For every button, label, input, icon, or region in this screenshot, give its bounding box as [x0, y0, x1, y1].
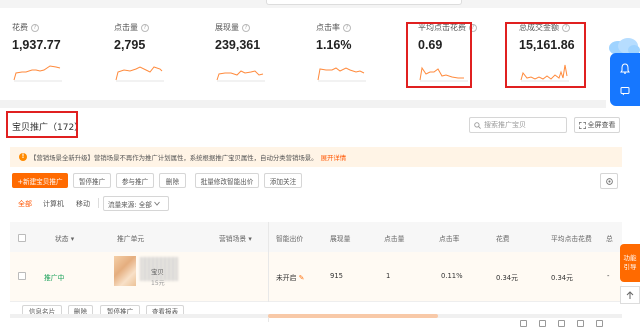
select-label: 流量来源: 全部: [108, 200, 152, 209]
metric-value: 1,937.77: [12, 38, 61, 52]
highlight-box-cpc: [406, 22, 472, 88]
product-price: 15元: [151, 280, 165, 287]
th-scene[interactable]: 营销场景 ▾: [219, 233, 252, 243]
share-icon[interactable]: [520, 320, 527, 327]
notice-link[interactable]: 展开详情: [321, 153, 347, 162]
arrow-up-icon: [626, 290, 634, 299]
gear-icon: [605, 177, 613, 185]
row-impressions: 915: [330, 272, 343, 280]
notice-banner: ! 【营销场景全新升级】营销场景不再作为推广计划属性，系统根据推广宝贝属性，自动…: [10, 147, 622, 167]
delete-button[interactable]: 删除: [159, 173, 186, 188]
metric-label: 点击率: [316, 23, 340, 32]
top-tab-box[interactable]: [266, 0, 462, 5]
th-spend[interactable]: 花费: [496, 233, 510, 243]
fullscreen-button[interactable]: 全屏查看: [574, 117, 620, 133]
follow-button[interactable]: 添加关注: [264, 173, 302, 188]
notice-text: 【营销场景全新升级】营销场景不再作为推广计划属性，系统根据推广宝贝属性，自动分类…: [30, 153, 318, 162]
warning-icon: !: [19, 153, 27, 161]
scrollbar-thumb[interactable]: [268, 314, 438, 318]
metric-label: 点击量: [114, 23, 138, 32]
chevron-down-icon: [154, 201, 160, 206]
help-icon[interactable]: ?: [31, 23, 39, 32]
metric-ctr[interactable]: 点击率? 1.16%: [316, 22, 366, 92]
metric-spend[interactable]: 花费? 1,937.77: [12, 22, 62, 92]
sparkline-clicks: [115, 66, 164, 82]
bell-icon[interactable]: [616, 59, 634, 77]
select-all-checkbox[interactable]: [18, 234, 26, 242]
search-icon: [474, 121, 481, 129]
filter-divider: [98, 198, 99, 208]
dashboard-page: 花费? 1,937.77 点击量? 2,795 展现量? 239,361 点击率…: [0, 0, 640, 327]
metric-value: 2,795: [114, 38, 146, 52]
back-to-top-button[interactable]: [620, 286, 640, 304]
product-thumbnail[interactable]: [114, 256, 136, 286]
metric-label: 展现量: [215, 23, 239, 32]
row-spend: 0.34元: [496, 274, 518, 282]
copy-icon[interactable]: [558, 320, 565, 327]
sparkline-spend: [13, 65, 62, 82]
filter-all[interactable]: 全部: [18, 199, 32, 209]
settings-button[interactable]: [600, 173, 618, 189]
fullscreen-label: 全屏查看: [587, 121, 616, 129]
metric-impressions[interactable]: 展现量? 239,361: [215, 22, 265, 92]
help-icon[interactable]: ?: [242, 23, 250, 32]
sparkline-ctr: [317, 67, 366, 82]
resume-button[interactable]: 参与推广: [116, 173, 154, 188]
th-ctr[interactable]: 点击率: [439, 233, 459, 243]
search-placeholder: 搜索推广宝贝: [484, 121, 526, 129]
filter-pc[interactable]: 计算机: [43, 199, 64, 209]
footer-icon-row: [520, 320, 640, 327]
row-status: 推广中: [44, 274, 65, 282]
help-icon[interactable]: ?: [141, 23, 149, 32]
table-row: [10, 252, 622, 302]
more-icon[interactable]: [596, 320, 603, 327]
th-unit: 推广单元: [117, 235, 145, 243]
link-icon[interactable]: [539, 320, 546, 327]
metric-clicks[interactable]: 点击量? 2,795: [114, 22, 164, 92]
row-smart-bid: 未开启 ✎: [276, 274, 305, 282]
metric-label: 花费: [12, 23, 28, 32]
search-input[interactable]: 搜索推广宝贝: [469, 117, 567, 133]
row-extra: -: [607, 272, 610, 280]
highlight-box-gmv: [505, 22, 586, 88]
print-icon[interactable]: [577, 320, 584, 327]
metric-value: 1.16%: [316, 38, 352, 52]
section-divider: [0, 100, 606, 108]
help-icon[interactable]: ?: [343, 23, 351, 32]
row-cpc: 0.34元: [551, 274, 573, 282]
pause-button[interactable]: 暂停推广: [73, 173, 111, 188]
chat-icon[interactable]: [616, 82, 634, 100]
th-status[interactable]: 状态 ▾: [55, 233, 74, 243]
traffic-source-select[interactable]: 流量来源: 全部: [103, 196, 169, 211]
th-extra[interactable]: 总: [606, 233, 613, 243]
new-promotion-button[interactable]: +新建宝贝推广: [12, 173, 68, 188]
edit-icon[interactable]: ✎: [299, 274, 305, 282]
th-smart-bid: 智能出价: [276, 235, 304, 243]
row-ctr: 0.11%: [441, 272, 463, 280]
row-clicks: 1: [386, 272, 391, 280]
expand-icon: [578, 121, 586, 129]
right-tool-panel: [610, 53, 640, 106]
filter-mobile[interactable]: 移动: [76, 199, 90, 209]
th-cpc[interactable]: 平均点击花费: [551, 233, 592, 243]
highlight-box-section: [6, 111, 78, 138]
row-checkbox[interactable]: [18, 272, 26, 280]
feature-guide-button[interactable]: 功能引导: [620, 244, 640, 282]
product-name[interactable]: 宝贝: [151, 267, 164, 276]
table-header: [10, 222, 622, 252]
bulk-bid-button[interactable]: 批量修改智能出价: [195, 173, 259, 188]
th-clicks[interactable]: 点击量: [384, 233, 404, 243]
th-impressions[interactable]: 展现量: [330, 233, 350, 243]
sparkline-impressions: [216, 70, 265, 82]
metric-value: 239,361: [215, 38, 261, 52]
